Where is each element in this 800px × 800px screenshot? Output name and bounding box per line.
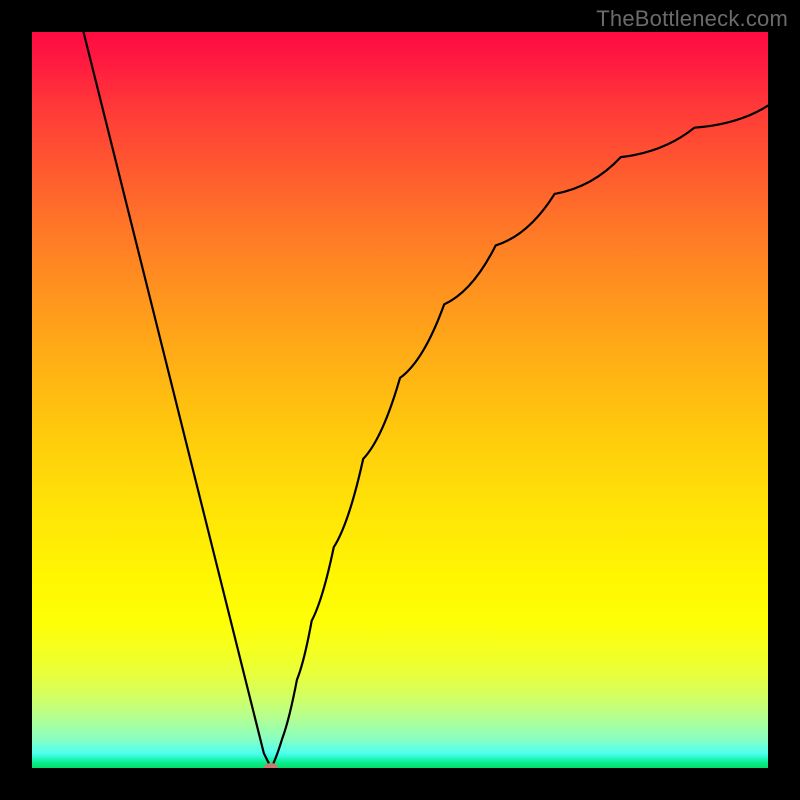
plot-area (32, 32, 768, 768)
watermark-text: TheBottleneck.com (596, 6, 788, 32)
bottleneck-curve (32, 32, 768, 768)
curve-path (84, 32, 768, 768)
chart-frame: TheBottleneck.com (0, 0, 800, 800)
minimum-marker (264, 763, 278, 768)
